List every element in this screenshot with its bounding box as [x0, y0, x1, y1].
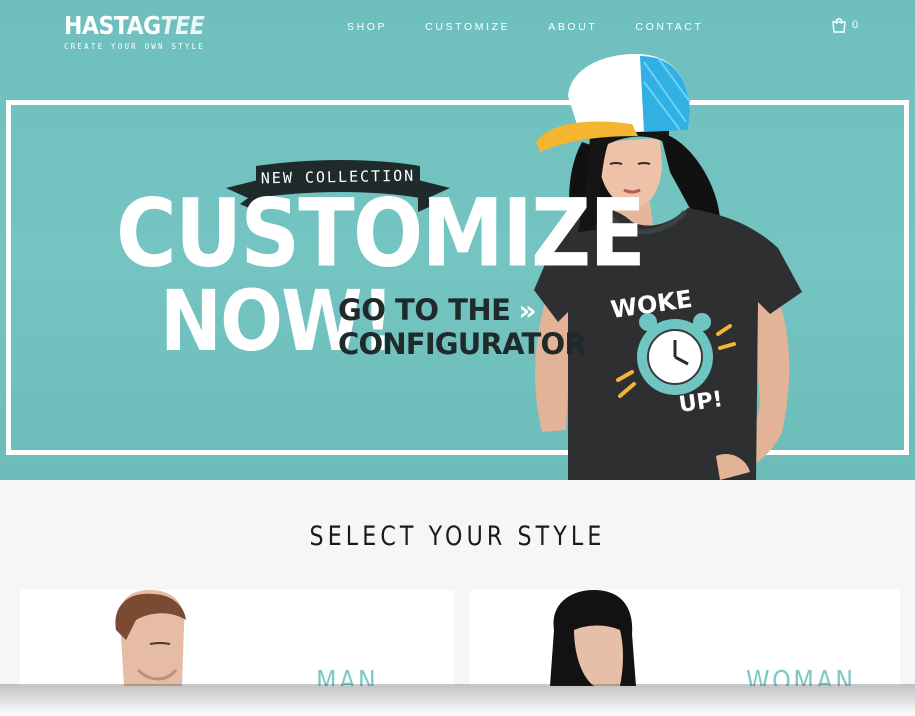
hero-headline-customize: CUSTOMIZE — [116, 178, 646, 288]
nav-item-shop[interactable]: SHOP — [347, 20, 387, 34]
page-fade — [0, 684, 915, 716]
shopping-bag-icon — [832, 18, 846, 33]
double-chevron-right-icon: » — [518, 294, 536, 327]
configurator-link[interactable]: GO TO THE» CONFIGURATOR — [338, 293, 587, 361]
style-card-man[interactable]: MAN — [20, 590, 454, 686]
man-photo — [115, 590, 186, 686]
nav-item-customize[interactable]: CUSTOMIZE — [425, 20, 510, 34]
style-card-woman[interactable]: WOMAN — [470, 590, 900, 686]
style-selection-section: SELECT YOUR STYLE MAN WOMAN — [0, 480, 915, 716]
top-navigation: HASTAGTEE CREATE YOUR OWN STYLE SHOP CUS… — [0, 0, 915, 60]
brand-logo[interactable]: HASTAGTEE CREATE YOUR OWN STYLE — [64, 12, 206, 56]
hero-banner: WOKE UP! HASTAGTEE CREATE YOUR OWN STYLE… — [0, 0, 915, 480]
section-title: SELECT YOUR STYLE — [309, 521, 606, 552]
cart-count: 0 — [852, 19, 860, 31]
cart-button[interactable]: 0 — [831, 17, 859, 33]
nav-item-about[interactable]: ABOUT — [548, 20, 597, 34]
nav-item-contact[interactable]: CONTACT — [635, 20, 703, 34]
cta-text-line1: GO TO THE — [338, 293, 511, 327]
logo-tagline: CREATE YOUR OWN STYLE — [64, 42, 206, 51]
woman-label: WOMAN — [746, 664, 856, 686]
man-label: MAN — [316, 664, 379, 686]
main-menu: SHOP CUSTOMIZE ABOUT CONTACT — [347, 20, 742, 34]
cta-text-line2: CONFIGURATOR — [338, 327, 587, 361]
logo-wordmark: HASTAGTEE — [64, 12, 205, 41]
